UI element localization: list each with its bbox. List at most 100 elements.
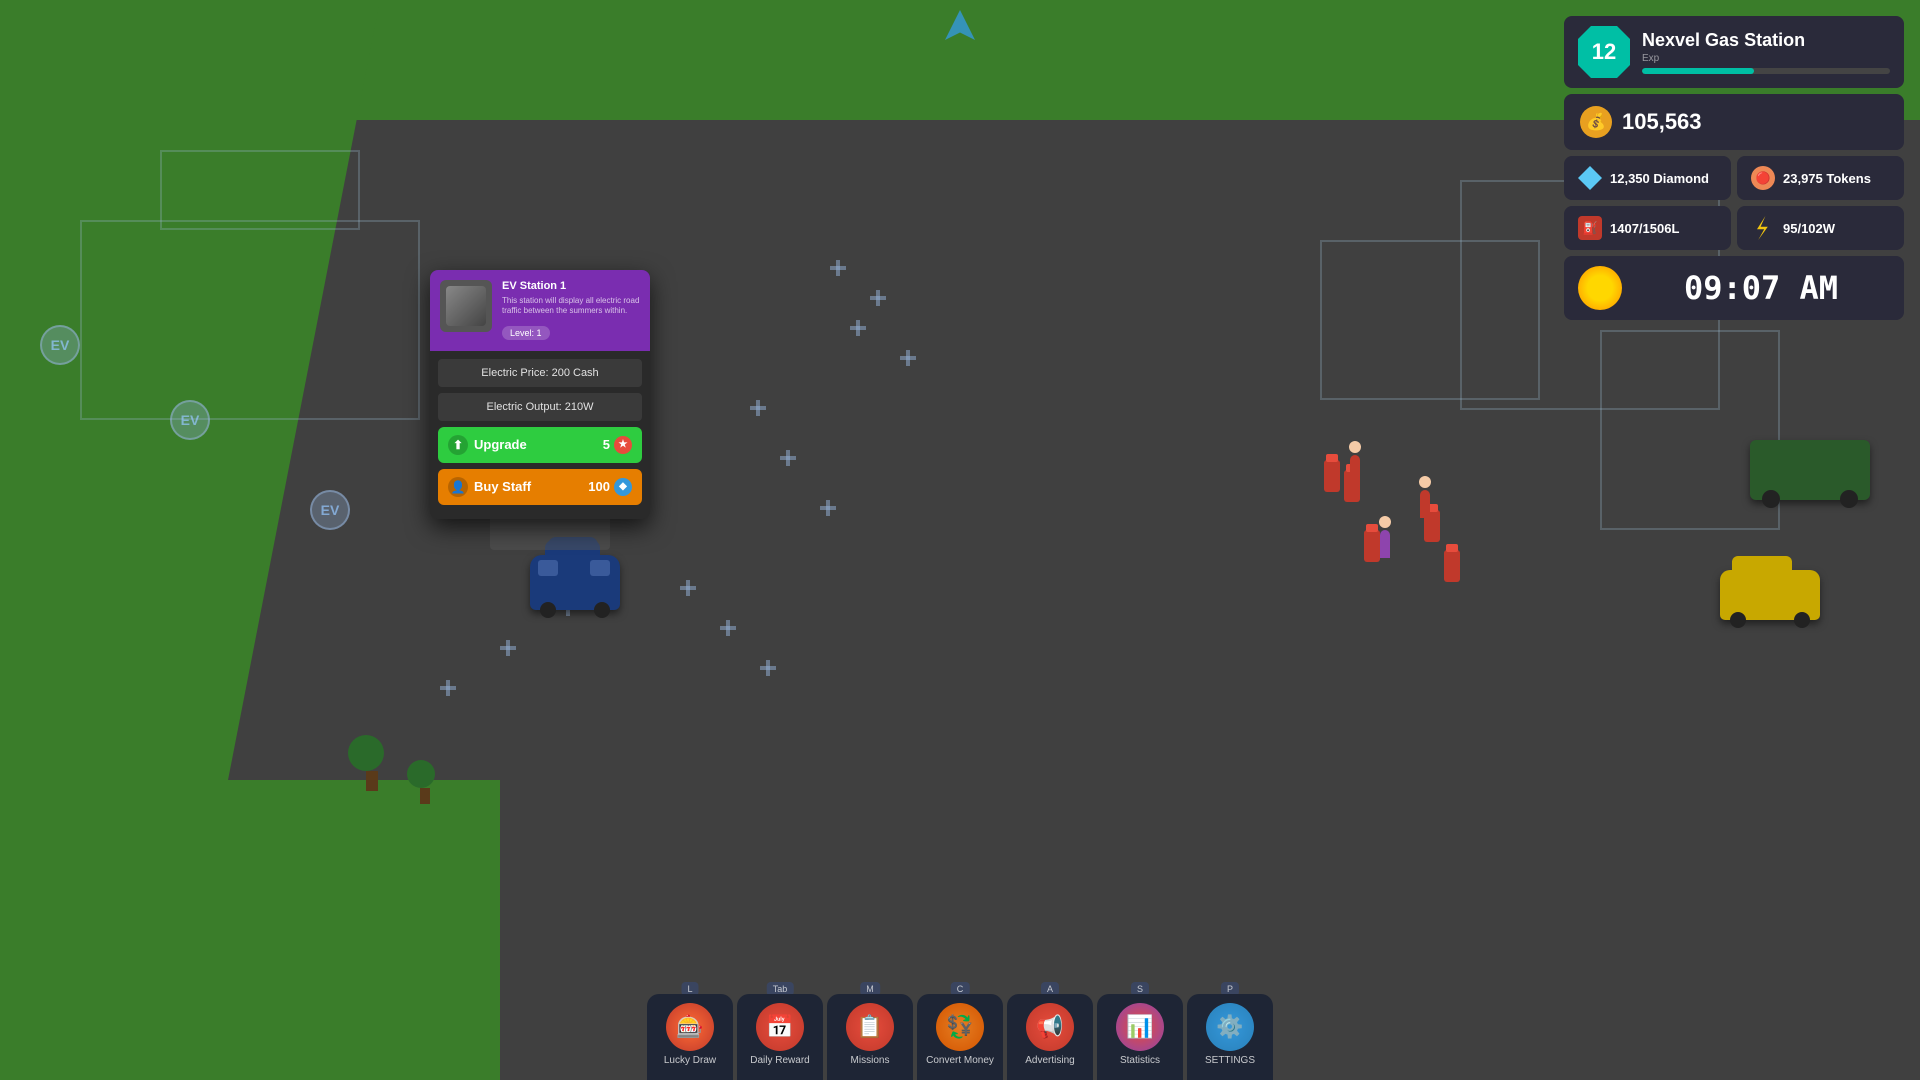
hud-station-info: Nexvel Gas Station Exp <box>1642 30 1890 74</box>
fuel-icon: ⛽ <box>1578 216 1602 240</box>
ev-icon-3: EV <box>310 490 350 530</box>
upgrade-icon: ⬆ <box>448 435 468 455</box>
buy-staff-btn-label: 👤 Buy Staff <box>448 477 531 497</box>
toolbar-btn-advertising[interactable]: 📢 Advertising <box>1007 994 1093 1080</box>
sun-icon <box>1578 266 1622 310</box>
toolbar-icon-advertising: 📢 <box>1026 1003 1074 1051</box>
toolbar-label-advertising: Advertising <box>1025 1055 1074 1067</box>
hud-time: 09:07 AM <box>1632 269 1890 307</box>
hud-panel: 12 Nexvel Gas Station Exp 💰 105,563 12,3… <box>1564 16 1904 320</box>
upgrade-button[interactable]: ⬆ Upgrade 5 ★ <box>438 427 642 463</box>
popup-header: EV Station 1 This station will display a… <box>430 270 650 351</box>
toolbar-btn-settings[interactable]: ⚙️SETTINGS <box>1187 994 1273 1080</box>
hud-cash-amount: 105,563 <box>1622 109 1702 135</box>
toolbar: L🎰Lucky DrawTab📅Daily RewardM📋MissionsC💱… <box>647 994 1273 1080</box>
toolbar-icon-daily-reward: 📅 <box>756 1003 804 1051</box>
toolbar-label-daily-reward: Daily Reward <box>750 1055 809 1067</box>
diamond-icon <box>1578 166 1602 190</box>
toolbar-icon-missions: 📋 <box>846 1003 894 1051</box>
tree-1 <box>360 735 384 791</box>
toolbar-item-lucky-draw[interactable]: L🎰Lucky Draw <box>647 994 733 1080</box>
ev-icon-2: EV <box>170 400 210 440</box>
road-cross-6 <box>780 450 796 466</box>
grass-bottom-left <box>0 780 500 1080</box>
toolbar-label-convert-money: Convert Money <box>926 1055 994 1067</box>
toolbar-icon-settings: ⚙️ <box>1206 1003 1254 1051</box>
hud-exp-bar <box>1642 68 1890 74</box>
gas-pump-1 <box>1324 460 1340 492</box>
buy-staff-button[interactable]: 👤 Buy Staff 100 ◆ <box>438 469 642 505</box>
hud-cash-row: 💰 105,563 <box>1564 94 1904 150</box>
toolbar-btn-missions[interactable]: 📋 Missions <box>827 994 913 1080</box>
road-cross-12 <box>500 640 516 656</box>
buy-staff-cost-icon: ◆ <box>614 478 632 496</box>
hud-diamond-label: 12,350 Diamond <box>1610 171 1709 186</box>
toolbar-item-missions[interactable]: M📋Missions <box>827 994 913 1080</box>
hud-title-bar: 12 Nexvel Gas Station Exp <box>1564 16 1904 88</box>
car-yellow <box>1720 570 1820 620</box>
popup-info: EV Station 1 This station will display a… <box>502 280 640 341</box>
staff-figure-1 <box>1350 455 1360 483</box>
road-cross-2 <box>870 290 886 306</box>
ev-icon-1: EV <box>40 325 80 365</box>
hud-diamond-resource: 12,350 Diamond <box>1564 156 1731 200</box>
token-icon: 🔴 <box>1751 166 1775 190</box>
hud-level-badge: 12 <box>1578 26 1630 78</box>
toolbar-item-settings[interactable]: P⚙️SETTINGS <box>1187 994 1273 1080</box>
hud-time-row: 09:07 AM <box>1564 256 1904 320</box>
toolbar-item-advertising[interactable]: A📢Advertising <box>1007 994 1093 1080</box>
popup-description: This station will display all electric r… <box>502 296 640 317</box>
staff-figure-3 <box>1380 530 1390 558</box>
road-cross-9 <box>720 620 736 636</box>
upgrade-cost-icon: ★ <box>614 436 632 454</box>
car-blue <box>530 555 620 610</box>
toolbar-item-daily-reward[interactable]: Tab📅Daily Reward <box>737 994 823 1080</box>
toolbar-btn-daily-reward[interactable]: 📅 Daily Reward <box>737 994 823 1080</box>
staff-icon: 👤 <box>448 477 468 497</box>
hud-fuel-row: ⛽ 1407/1506L 95/102W <box>1564 206 1904 250</box>
hud-power-label: 95/102W <box>1783 221 1835 236</box>
hud-power: 95/102W <box>1737 206 1904 250</box>
toolbar-label-lucky-draw: Lucky Draw <box>664 1055 716 1067</box>
road-cross-1 <box>830 260 846 276</box>
road-outline-5 <box>1600 330 1780 530</box>
road-cross-8 <box>680 580 696 596</box>
toolbar-icon-convert-money: 💱 <box>936 1003 984 1051</box>
power-icon <box>1751 216 1775 240</box>
toolbar-icon-lucky-draw: 🎰 <box>666 1003 714 1051</box>
toolbar-label-statistics: Statistics <box>1120 1055 1160 1067</box>
gas-pump-4 <box>1364 530 1380 562</box>
toolbar-item-convert-money[interactable]: C💱Convert Money <box>917 994 1003 1080</box>
tree-2 <box>415 760 435 804</box>
road-cross-10 <box>760 660 776 676</box>
electric-price-stat: Electric Price: 200 Cash <box>438 359 642 387</box>
popup-thumbnail <box>440 280 492 332</box>
road-cross-5 <box>750 400 766 416</box>
hud-resources-row: 12,350 Diamond 🔴 23,975 Tokens <box>1564 156 1904 200</box>
road-outline-2 <box>160 150 360 230</box>
electric-output-stat: Electric Output: 210W <box>438 393 642 421</box>
toolbar-icon-statistics: 📊 <box>1116 1003 1164 1051</box>
toolbar-item-statistics[interactable]: S📊Statistics <box>1097 994 1183 1080</box>
popup-level: Level: 1 <box>502 326 550 340</box>
toolbar-btn-convert-money[interactable]: 💱 Convert Money <box>917 994 1003 1080</box>
road-cross-13 <box>440 680 456 696</box>
hud-fuel: ⛽ 1407/1506L <box>1564 206 1731 250</box>
hud-tokens-label: 23,975 Tokens <box>1783 171 1871 186</box>
station-popup: EV Station 1 This station will display a… <box>430 270 650 519</box>
toolbar-btn-lucky-draw[interactable]: 🎰 Lucky Draw <box>647 994 733 1080</box>
gas-pump-5 <box>1444 550 1460 582</box>
toolbar-label-missions: Missions <box>851 1055 890 1067</box>
popup-title: EV Station 1 <box>502 280 640 292</box>
popup-body: Electric Price: 200 Cash Electric Output… <box>430 351 650 519</box>
toolbar-btn-statistics[interactable]: 📊 Statistics <box>1097 994 1183 1080</box>
road-cross-7 <box>820 500 836 516</box>
cash-icon: 💰 <box>1580 106 1612 138</box>
upgrade-cost: 5 ★ <box>603 436 632 454</box>
hud-fuel-label: 1407/1506L <box>1610 221 1679 236</box>
hud-tokens-resource: 🔴 23,975 Tokens <box>1737 156 1904 200</box>
road-outline-1 <box>80 220 420 420</box>
hud-exp-label: Exp <box>1642 53 1890 64</box>
road-cross-4 <box>900 350 916 366</box>
staff-figure-2 <box>1420 490 1430 518</box>
